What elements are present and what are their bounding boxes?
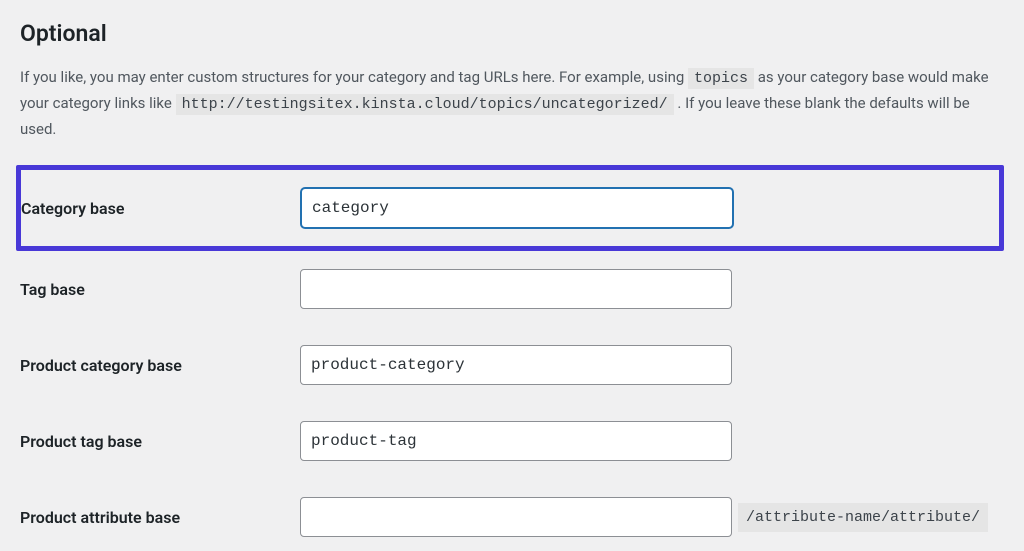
tag-base-label: Tag base (20, 280, 300, 299)
category-base-input[interactable] (301, 188, 733, 228)
section-description: If you like, you may enter custom struct… (20, 65, 1004, 141)
product-category-base-label: Product category base (20, 356, 300, 375)
section-heading: Optional (20, 20, 1004, 47)
product-attribute-base-input[interactable] (300, 497, 732, 537)
product-attribute-base-suffix: /attribute-name/attribute/ (738, 503, 988, 532)
tag-base-row: Tag base (20, 251, 1004, 327)
product-attribute-base-label: Product attribute base (20, 508, 300, 527)
category-base-label: Category base (21, 199, 301, 218)
product-category-base-input[interactable] (300, 345, 732, 385)
product-category-base-row: Product category base (20, 327, 1004, 403)
product-attribute-base-input-cell: /attribute-name/attribute/ (300, 497, 1004, 537)
product-tag-base-label: Product tag base (20, 432, 300, 451)
product-tag-base-input-cell (300, 421, 1004, 461)
product-tag-base-row: Product tag base (20, 403, 1004, 479)
tag-base-input-cell (300, 269, 1004, 309)
description-code-topics: topics (688, 68, 754, 89)
permalink-form: Category base Tag base Product category … (20, 165, 1004, 551)
description-text-pre: If you like, you may enter custom struct… (20, 68, 688, 86)
category-base-row: Category base (16, 165, 1004, 251)
description-code-url: http://testingsitex.kinsta.cloud/topics/… (176, 94, 674, 115)
product-attribute-base-row: Product attribute base /attribute-name/a… (20, 479, 1004, 551)
product-tag-base-input[interactable] (300, 421, 732, 461)
category-base-input-cell (301, 188, 991, 228)
tag-base-input[interactable] (300, 269, 732, 309)
product-category-base-input-cell (300, 345, 1004, 385)
